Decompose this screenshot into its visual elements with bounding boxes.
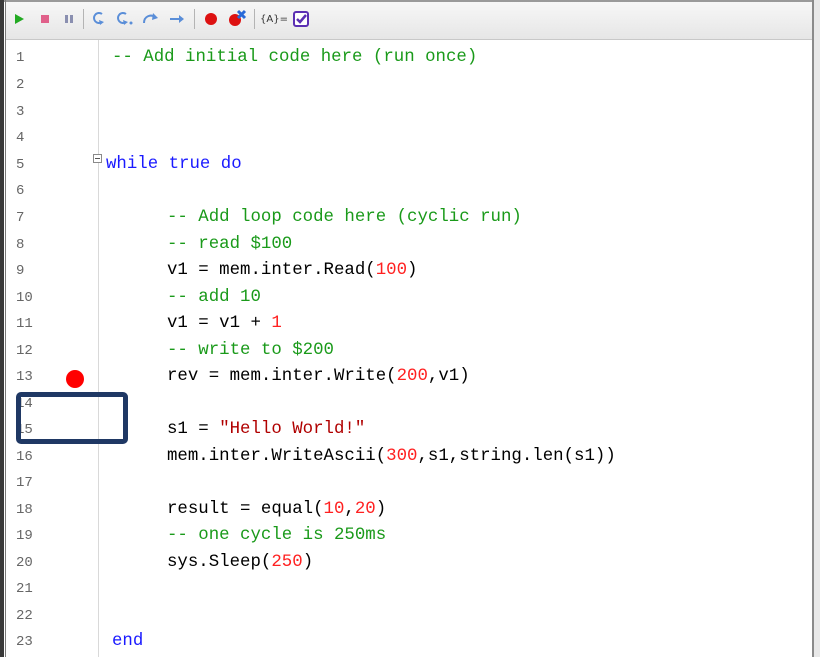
line-number: 22: [16, 608, 33, 624]
code-token: ,s1,string.len(s1)): [417, 447, 616, 466]
code-line-8: -- read $100: [167, 235, 293, 254]
pause-icon[interactable]: [58, 8, 80, 30]
code-line-9: v1 = mem.inter.Read(100): [167, 260, 417, 282]
code-number: 100: [375, 261, 408, 280]
step-over-icon[interactable]: [114, 8, 136, 30]
code-line-23: end: [112, 632, 144, 651]
code-line-11: v1 = v1 + 1: [167, 313, 282, 335]
code-token: ): [302, 553, 314, 572]
code-line-10: -- add 10: [167, 288, 261, 307]
breakpoint-highlight-box: [16, 392, 128, 444]
code-line-1: -- Add initial code here (run once): [112, 48, 478, 67]
code-line-12: -- write to $200: [167, 341, 334, 360]
toolbar-separator: [83, 9, 84, 29]
line-number: 19: [16, 528, 33, 544]
code-string: "Hello World!": [219, 420, 366, 439]
line-number: 13: [16, 369, 33, 385]
stop-icon[interactable]: [34, 8, 56, 30]
code-token: ): [375, 500, 387, 519]
code-token: ,v1): [427, 367, 470, 386]
step-into-icon[interactable]: [88, 8, 110, 30]
code-token: sys.Sleep(: [167, 553, 272, 572]
toggle-breakpoint-icon[interactable]: [200, 8, 222, 30]
line-number: 5: [16, 157, 25, 173]
code-number: 1: [271, 314, 282, 333]
window-left-border: [0, 0, 4, 657]
code-line-20: sys.Sleep(250): [167, 552, 313, 574]
code-editor[interactable]: 1 2 3 4 5 6 7 8 9 10 11 12 13 14 15 16 1…: [6, 40, 812, 657]
line-number: 23: [16, 634, 33, 650]
breakpoint-marker-icon[interactable]: [66, 370, 84, 388]
line-number: 9: [16, 263, 25, 279]
code-line-7: -- Add loop code here (cyclic run): [167, 208, 522, 227]
code-line-18: result = equal(10,20): [167, 499, 386, 521]
code-number: 250: [271, 553, 303, 572]
code-token: s1 =: [167, 420, 220, 439]
code-number: 200: [396, 367, 428, 386]
code-line-5: while true do: [106, 155, 242, 174]
code-token: rev = mem.inter.Write(: [167, 367, 397, 386]
line-number: 1: [16, 50, 25, 66]
line-number: 21: [16, 581, 33, 597]
code-line-19: -- one cycle is 250ms: [167, 526, 387, 545]
code-number: 300: [386, 447, 418, 466]
line-number: 20: [16, 555, 33, 571]
code-line-16: mem.inter.WriteAscii(300,s1,string.len(s…: [167, 446, 616, 468]
line-number: 3: [16, 104, 25, 120]
fold-guide-line: [98, 40, 99, 657]
line-number: 18: [16, 502, 33, 518]
line-number: 6: [16, 183, 25, 199]
line-number: 8: [16, 237, 25, 253]
line-number: 16: [16, 449, 33, 465]
code-token: ,: [344, 500, 355, 519]
line-number-gutter[interactable]: 1 2 3 4 5 6 7 8 9 10 11 12 13 14 15 16 1…: [6, 40, 88, 657]
line-number: 12: [16, 343, 33, 359]
code-number: 20: [354, 500, 376, 519]
watch-variables-label: {A}=: [260, 13, 288, 25]
code-number: 10: [323, 500, 345, 519]
code-token: result = equal(: [167, 500, 324, 519]
line-number: 10: [16, 290, 33, 306]
run-to-cursor-icon[interactable]: [166, 8, 188, 30]
fold-collapse-icon[interactable]: [93, 154, 102, 163]
line-number: 2: [16, 77, 25, 93]
code-token: v1 = mem.inter.Read(: [167, 261, 376, 280]
toolbar-separator: [254, 9, 255, 29]
line-number: 4: [16, 130, 25, 146]
code-line-13: rev = mem.inter.Write(200,v1): [167, 366, 470, 388]
code-token: mem.inter.WriteAscii(: [167, 447, 387, 466]
line-number: 11: [16, 316, 33, 332]
clear-breakpoints-icon[interactable]: [226, 8, 248, 30]
code-line-15: s1 = "Hello World!": [167, 419, 365, 441]
line-number: 17: [16, 475, 33, 491]
run-icon[interactable]: [8, 8, 30, 30]
debug-toolbar: {A}=: [6, 2, 812, 40]
step-out-icon[interactable]: [140, 8, 162, 30]
check-syntax-icon[interactable]: [290, 8, 312, 30]
code-token: ): [407, 261, 418, 280]
watch-variables-icon[interactable]: {A}=: [260, 8, 288, 30]
window-right-margin: [814, 0, 820, 657]
code-token: v1 = v1 +: [167, 314, 272, 333]
line-number: 7: [16, 210, 25, 226]
toolbar-separator: [194, 9, 195, 29]
